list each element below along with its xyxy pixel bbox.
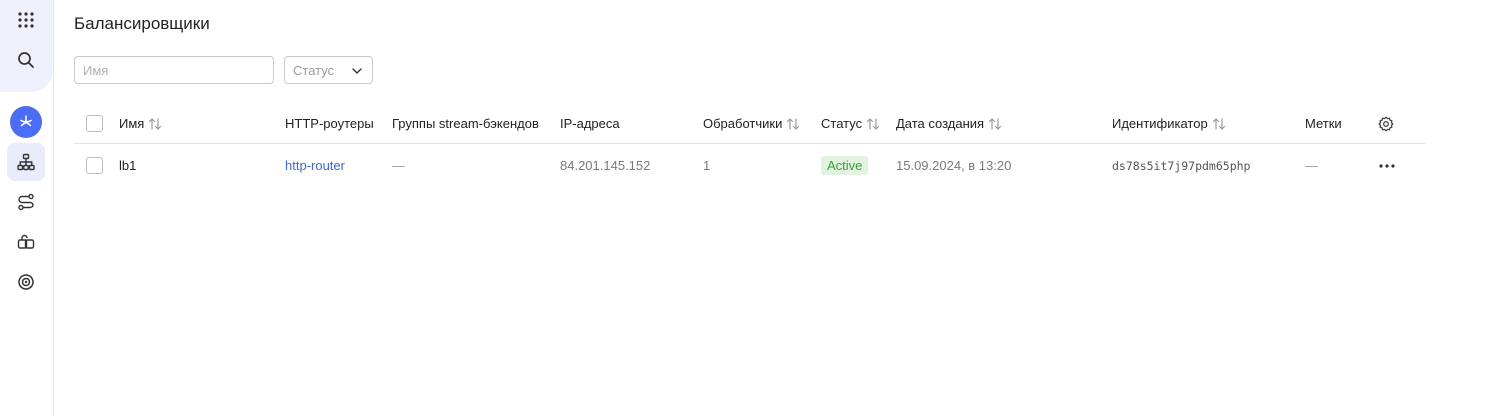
cell-created: 15.09.2024, в 13:20 — [896, 158, 1012, 173]
column-header-labels: Метки — [1305, 116, 1342, 131]
name-filter-input[interactable] — [74, 56, 274, 84]
cell-handlers: 1 — [703, 158, 711, 173]
row-actions-cell — [1379, 144, 1395, 187]
more-actions-icon[interactable] — [1379, 163, 1395, 168]
grid-icon — [18, 12, 34, 28]
status-badge: Active — [821, 156, 869, 175]
sort-icon — [1212, 117, 1226, 130]
row-checkbox[interactable] — [86, 157, 103, 174]
column-header-id[interactable]: Идентификатор — [1112, 104, 1226, 143]
cell-id: ds78s5it7j97pdm65php — [1112, 158, 1251, 173]
main-content: Балансировщики Статус Имя HTTP-роутеры Г… — [54, 0, 1494, 416]
column-header-http-routers: HTTP-роутеры — [285, 116, 374, 131]
status-filter-select[interactable]: Статус — [284, 56, 373, 84]
page-title: Балансировщики — [74, 14, 210, 33]
table-header: Имя HTTP-роутеры Группы stream-бэкендов … — [74, 104, 1425, 144]
backend-groups-icon — [17, 234, 35, 249]
cell-name[interactable]: lb1 — [119, 144, 136, 187]
column-header-ip: IP-адреса — [560, 116, 620, 131]
column-header-name[interactable]: Имя — [119, 104, 162, 143]
routes-icon — [18, 193, 34, 211]
cell-status: Active — [821, 144, 869, 187]
load-balancers-nav[interactable] — [7, 143, 45, 181]
select-all-cell — [86, 104, 103, 143]
status-filter-label: Статус — [293, 62, 335, 78]
gear-icon[interactable] — [1378, 116, 1394, 132]
sort-icon — [786, 117, 800, 130]
table-settings-cell — [1378, 104, 1394, 143]
sort-icon — [148, 117, 162, 130]
target-icon — [18, 274, 34, 290]
backend-groups-nav[interactable] — [7, 223, 45, 261]
column-header-status[interactable]: Статус — [821, 104, 880, 143]
balancer-service-icon — [20, 115, 32, 127]
target-groups-nav[interactable] — [7, 263, 45, 301]
select-all-checkbox[interactable] — [86, 115, 103, 132]
chevron-down-icon — [352, 68, 362, 74]
sidebar — [0, 0, 54, 416]
search-icon — [18, 52, 34, 68]
row-select-cell — [86, 144, 103, 187]
balancers-table: Имя HTTP-роутеры Группы stream-бэкендов … — [74, 104, 1425, 187]
sort-icon — [988, 117, 1002, 130]
cell-http-router-link[interactable]: http-router — [285, 144, 345, 187]
routes-nav[interactable] — [7, 183, 45, 221]
column-header-created[interactable]: Дата создания — [896, 104, 1002, 143]
table-row[interactable]: lb1 http-router — 84.201.145.152 1 Activ… — [74, 144, 1425, 187]
column-header-handlers[interactable]: Обработчики — [703, 104, 800, 143]
search-button[interactable] — [7, 41, 45, 79]
sort-icon — [866, 117, 880, 130]
service-button[interactable] — [10, 106, 42, 138]
cell-ip: 84.201.145.152 — [560, 158, 651, 173]
cell-stream-groups: — — [392, 158, 405, 173]
column-header-stream-groups: Группы stream-бэкендов — [392, 116, 539, 131]
apps-grid-button[interactable] — [7, 1, 45, 39]
cell-labels: — — [1305, 158, 1318, 173]
hierarchy-icon — [17, 153, 35, 171]
